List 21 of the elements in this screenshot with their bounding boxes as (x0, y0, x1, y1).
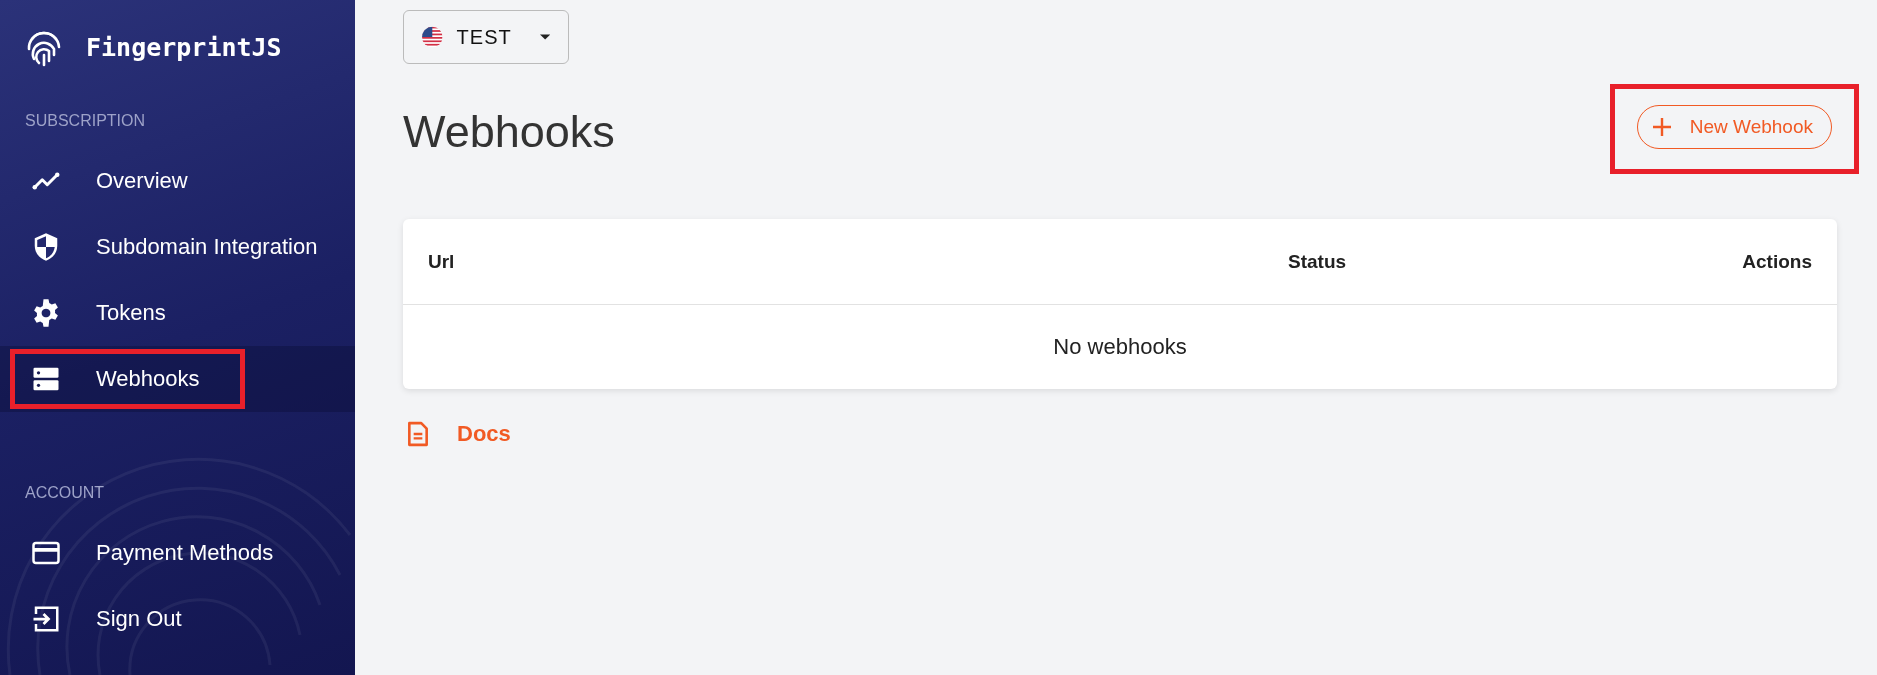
environment-selector[interactable]: TEST (403, 10, 569, 64)
column-header: Actions (1741, 250, 1812, 273)
column-header: Url (428, 250, 456, 273)
settings-icon (31, 298, 61, 328)
document-icon (407, 421, 429, 447)
sidebar-item[interactable]: Subdomain Integration (10, 217, 355, 277)
column-header: Status (1288, 250, 1348, 273)
plus-icon (1651, 117, 1672, 137)
sidebar-item[interactable]: Sign Out (10, 589, 227, 649)
sidebar-item[interactable]: Tokens (10, 283, 211, 343)
section-heading: SUBSCRIPTION (24, 111, 146, 131)
empty-message: No webhooks (1052, 333, 1188, 361)
sign-out-icon (31, 604, 61, 634)
section-heading: ACCOUNT (24, 483, 106, 503)
caret-icon (539, 34, 550, 40)
brand-name: FingerprintJS (86, 32, 282, 62)
sidebar-item[interactable]: Overview (10, 151, 233, 211)
sidebar-item[interactable]: Payment Methods (10, 523, 319, 583)
sidebar-item[interactable]: Webhooks (10, 349, 245, 409)
flag-icon (422, 25, 443, 49)
page-title: Webhooks (403, 106, 615, 158)
